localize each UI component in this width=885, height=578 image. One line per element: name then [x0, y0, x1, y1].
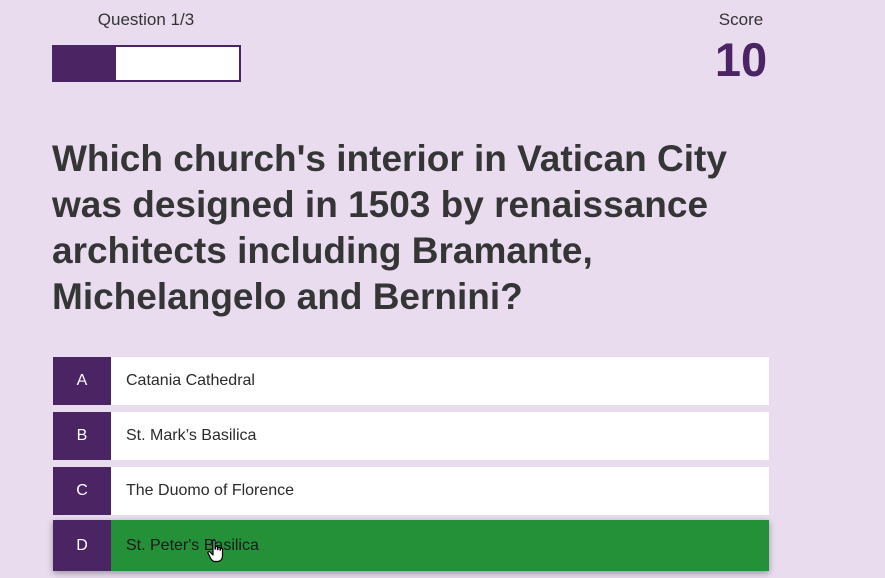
answer-option-c[interactable]: C The Duomo of Florence [53, 467, 769, 515]
answer-option-a[interactable]: A Catania Cathedral [53, 357, 769, 405]
answer-label: Catania Cathedral [126, 372, 255, 389]
answer-letter: C [53, 467, 111, 515]
question-text: Which church's interior in Vatican City … [52, 138, 727, 317]
answer-label: St. Peter's Basilica [126, 536, 259, 554]
score-value: 10 [714, 33, 768, 86]
hand-pointer-icon [207, 539, 224, 563]
score-section: Score 10 [708, 10, 774, 83]
answer-letter: A [53, 357, 111, 405]
progress-bar [52, 45, 241, 82]
score-label: Score [718, 10, 764, 29]
answer-letter: B [53, 412, 111, 460]
answer-option-d[interactable]: D St. Peter's Basilica [53, 520, 769, 571]
answer-label: The Duomo of Florence [126, 482, 295, 499]
progress-bar-fill [54, 47, 116, 80]
question-counter: Question 1/3 [97, 10, 195, 29]
progress-section: Question 1/3 [52, 10, 242, 82]
answer-letter: D [53, 520, 111, 571]
answer-label: St. Mark’s Basilica [126, 427, 257, 444]
answer-list: A Catania Cathedral B St. Mark’s Basilic… [53, 357, 769, 578]
answer-option-b[interactable]: B St. Mark’s Basilica [53, 412, 769, 460]
